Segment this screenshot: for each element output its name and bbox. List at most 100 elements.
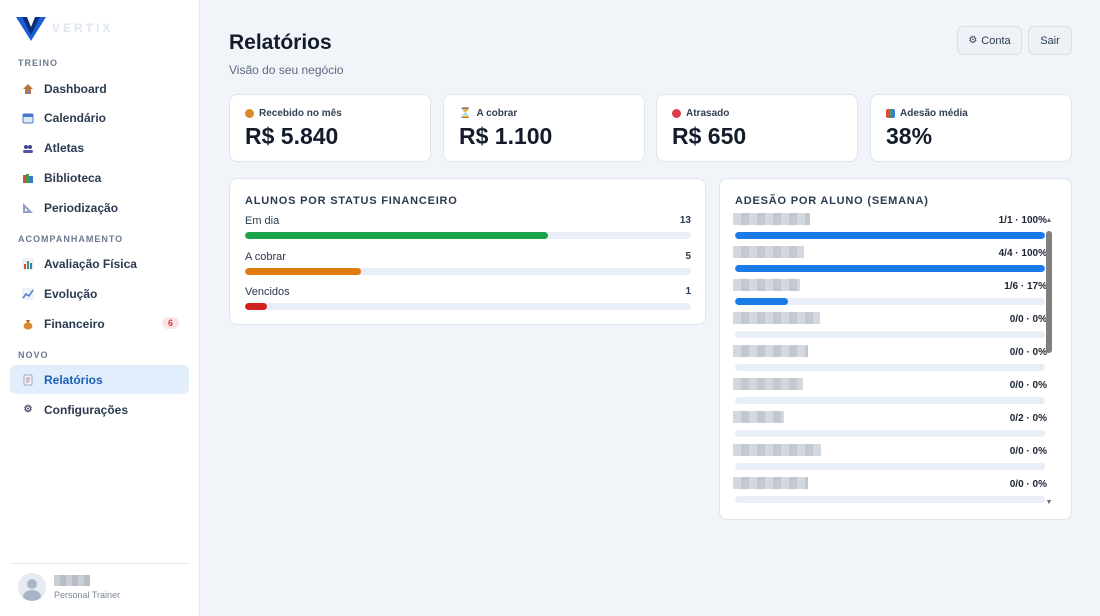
progress-track (735, 331, 1045, 338)
student-name-redacted (733, 378, 803, 390)
status-row: A cobrar 5 (245, 251, 691, 275)
status-financeiro-card: ALUNOS POR STATUS FINANCEIRO Em dia 13 A c… (229, 178, 706, 325)
brand-name: VERTIX (52, 21, 114, 35)
adesao-value: 0/0 · 0% (1009, 380, 1047, 391)
adesao-value: 0/0 · 0% (1009, 347, 1047, 358)
page-title: Relatórios (229, 31, 332, 54)
card-title: ALUNOS POR STATUS FINANCEIRO (245, 195, 458, 207)
sidebar-item-atletas[interactable]: Atletas (10, 133, 189, 162)
progress-fill (245, 303, 268, 310)
sidebar-item-label: Calendário (44, 110, 107, 125)
line-chart-icon (22, 287, 34, 300)
adesao-row: 0/0 · 0% (733, 343, 1053, 376)
progress-fill (245, 232, 549, 239)
student-name-redacted (733, 312, 820, 324)
sidebar-item-relatorios[interactable]: Relatórios (10, 365, 189, 394)
progress-track (735, 430, 1045, 437)
sidebar-divider (10, 563, 189, 564)
scrollbar[interactable]: ▲ ▼ (1045, 217, 1053, 507)
hourglass-icon: ⏳ (459, 108, 472, 119)
scroll-down-arrow-icon[interactable]: ▼ (1045, 499, 1053, 507)
progress-fill (735, 265, 1045, 272)
section-title-treino: TREINO (18, 58, 59, 68)
adesao-row: 0/0 · 0% (733, 310, 1053, 343)
calendar-icon (22, 112, 34, 124)
status-label: Em dia (245, 215, 280, 227)
brand-logo[interactable]: VERTIX (16, 14, 113, 42)
red-circle-icon (672, 109, 681, 118)
adesao-row: 1/1 · 100% (733, 211, 1053, 244)
progress-track (735, 496, 1045, 503)
gear-icon: ⚙ (968, 35, 978, 46)
users-icon (22, 142, 34, 154)
account-button-label: Conta (981, 34, 1011, 47)
adesao-row: 0/0 · 0% (733, 475, 1053, 503)
kpi-value: R$ 5.840 (245, 123, 339, 149)
bar-chart-icon (22, 257, 34, 270)
sidebar-item-label: Avaliação Física (44, 256, 137, 271)
adesao-row: 0/2 · 0% (733, 409, 1053, 442)
student-name-redacted (733, 477, 808, 489)
progress-track (245, 232, 691, 239)
student-name-redacted (733, 411, 784, 423)
progress-track (735, 265, 1045, 272)
kpi-value: 38% (886, 123, 933, 149)
sidebar-item-label: Atletas (44, 140, 85, 155)
kpi-label: Atrasado (686, 108, 730, 119)
kpi-value: R$ 1.100 (459, 123, 553, 149)
books-icon (22, 172, 34, 184)
progress-fill (735, 232, 1045, 239)
sidebar-item-configuracoes[interactable]: ⚙ Configurações (10, 395, 189, 424)
user-name-redacted (54, 574, 90, 586)
bar-chart-icon (886, 109, 895, 118)
sidebar-item-label: Relatórios (44, 372, 103, 387)
account-button[interactable]: ⚙ Conta (957, 26, 1022, 55)
report-icon (22, 374, 34, 386)
student-name-redacted (733, 246, 804, 258)
kpi-label: Adesão média (900, 108, 968, 119)
status-label: A cobrar (245, 251, 286, 263)
status-row: Vencidos 1 (245, 286, 691, 310)
scroll-thumb[interactable] (1046, 231, 1052, 353)
progress-track (735, 232, 1045, 239)
logout-button[interactable]: Sair (1028, 26, 1072, 55)
progress-fill (245, 268, 361, 275)
progress-track (245, 303, 691, 310)
adesao-por-aluno-card: ADESÃO POR ALUNO (SEMANA) 1/1 · 100% 4/4 … (719, 178, 1072, 520)
student-name-redacted (733, 345, 808, 357)
sidebar-item-periodizacao[interactable]: Periodização (10, 193, 189, 222)
sidebar-item-biblioteca[interactable]: Biblioteca (10, 163, 189, 192)
progress-fill (735, 298, 788, 305)
student-name-redacted (733, 444, 821, 456)
adesao-value: 1/1 · 100% (998, 215, 1047, 226)
scroll-up-arrow-icon[interactable]: ▲ (1045, 217, 1053, 225)
progress-track (735, 463, 1045, 470)
sidebar-item-calendar[interactable]: Calendário (10, 103, 189, 132)
adesao-value: 0/2 · 0% (1009, 413, 1047, 424)
card-title: ADESÃO POR ALUNO (SEMANA) (735, 195, 929, 207)
status-row: Em dia 13 (245, 215, 691, 239)
status-label: Vencidos (245, 286, 290, 298)
sidebar-item-financeiro[interactable]: Financeiro 6 (10, 309, 189, 338)
kpi-card-adesao-media: Adesão média 38% (870, 94, 1072, 162)
money-bag-icon (22, 318, 34, 330)
adesao-list[interactable]: 1/1 · 100% 4/4 · 100% 1/6 · 17% 0/0 · 0% 0/0… (733, 211, 1059, 503)
user-profile[interactable]: Personal Trainer (18, 573, 120, 601)
notification-badge: 6 (161, 317, 179, 329)
kpi-value: R$ 650 (672, 123, 747, 149)
sidebar-item-dashboard[interactable]: Dashboard (10, 74, 189, 103)
student-name-redacted (733, 279, 800, 291)
sidebar-item-label: Evolução (44, 286, 98, 301)
sidebar-item-label: Biblioteca (44, 170, 102, 185)
progress-track (735, 397, 1045, 404)
sidebar-item-avaliacao-fisica[interactable]: Avaliação Física (10, 249, 189, 278)
adesao-value: 4/4 · 100% (998, 248, 1047, 259)
kpi-card-recebido: Recebido no mês R$ 5.840 (229, 94, 431, 162)
adesao-value: 1/6 · 17% (1004, 281, 1047, 292)
sidebar-item-label: Configurações (44, 402, 129, 417)
sidebar-item-evolucao[interactable]: Evolução (10, 279, 189, 308)
kpi-label: Recebido no mês (259, 108, 342, 119)
triangle-ruler-icon (22, 202, 34, 214)
progress-track (245, 268, 691, 275)
status-count: 1 (685, 286, 691, 297)
